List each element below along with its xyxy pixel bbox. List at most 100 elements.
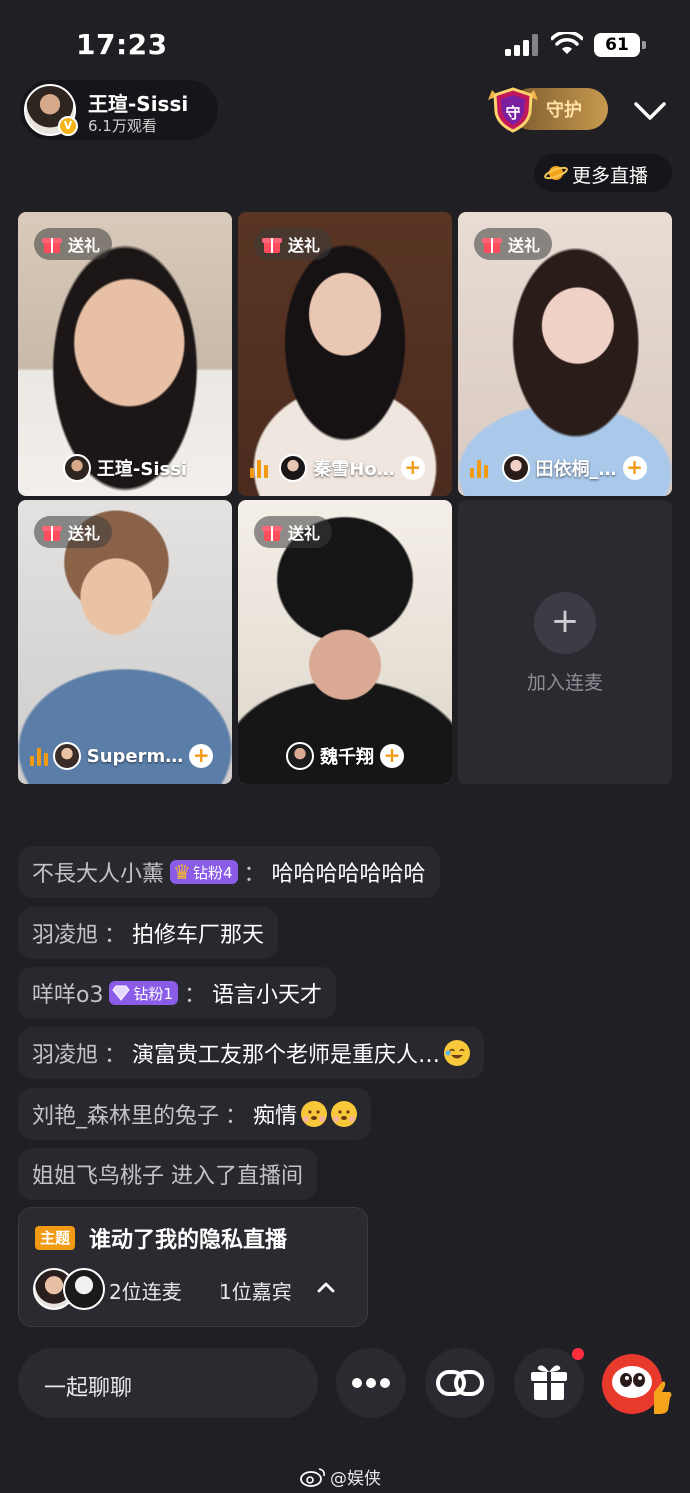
fan-badge-label: 钻粉1	[133, 984, 174, 1003]
gift-icon	[482, 235, 502, 253]
fan-badge: 钻粉1	[109, 981, 179, 1005]
video-tile-2[interactable]: 送礼 秦雪Ho… +	[238, 212, 452, 496]
host-name: 王瑄-Sissi	[88, 92, 189, 116]
follow-plus-icon[interactable]: +	[400, 456, 425, 480]
more-live-label: 更多直播	[572, 165, 649, 187]
chat-text: 演富贵工友那个老师是重庆人…	[132, 1043, 441, 1068]
guest-name-bar[interactable]: 秦雪Ho… +	[238, 450, 452, 486]
chat-separator: ：	[104, 1043, 127, 1068]
video-tile-5[interactable]: 送礼 魏千翔 +	[238, 500, 452, 784]
gift-button[interactable]: 送礼	[34, 228, 113, 260]
crown-icon: ♛	[173, 860, 191, 884]
chat-user[interactable]: 刘艳_森林里的兔子	[32, 1098, 219, 1130]
guest-name: 田依桐_…	[535, 459, 617, 480]
guest-name: 魏千翔	[320, 747, 374, 768]
guest-avatar	[286, 742, 314, 770]
chevron-down-icon[interactable]	[628, 92, 672, 128]
chat-input[interactable]: 一起聊聊	[18, 1348, 318, 1418]
more-icon	[352, 1378, 390, 1388]
weibo-watermark: @娱侠	[300, 1464, 381, 1489]
chat-input-placeholder: 一起聊聊	[44, 1376, 133, 1401]
join-mic-label: 加入连麦	[526, 672, 603, 694]
follow-plus-icon[interactable]: +	[189, 744, 214, 768]
chat-text: 语言小天才	[212, 983, 323, 1008]
guard-shield-glyph: 守	[505, 104, 520, 122]
chat-separator: ：	[243, 862, 266, 887]
laugh-emoji	[444, 1040, 471, 1066]
guard-shield-icon: 守	[488, 87, 538, 133]
join-mic-tile[interactable]: + 加入连麦	[458, 500, 672, 784]
guest-name-bar[interactable]: Superm… +	[18, 738, 232, 774]
fan-badge-label: 钻粉4	[192, 863, 233, 882]
chat-text: 痴情	[253, 1104, 298, 1129]
avatar	[63, 1268, 105, 1310]
follow-plus-icon[interactable]: +	[380, 744, 404, 768]
host-profile[interactable]: V 王瑄-Sissi 6.1万观看	[20, 80, 218, 140]
guest-name-bar[interactable]: 王瑄-Sissi	[18, 450, 232, 486]
guest-name: 秦雪Ho…	[313, 459, 395, 480]
guest-count: 1位嘉宾	[219, 1280, 292, 1304]
chat-message[interactable]: 不長大人小薰 ♛ 钻粉4 ： 哈哈哈哈哈哈哈	[18, 846, 440, 898]
topic-title: 谁动了我的隐私直播	[89, 1228, 288, 1253]
guest-name: 王瑄-Sissi	[96, 459, 188, 480]
chat-user[interactable]: 羽凌旭	[32, 1037, 98, 1069]
weibo-icon	[300, 1467, 325, 1487]
notification-dot	[572, 1348, 584, 1360]
status-bar: 17:23 61	[0, 0, 690, 80]
chat-message[interactable]: 咩咩o3 钻粉1 ： 语言小天才	[18, 967, 337, 1019]
chat-user[interactable]: 咩咩o3	[32, 977, 103, 1009]
battery-icon: 61	[594, 33, 646, 57]
planet-icon	[544, 166, 568, 180]
video-tile-4[interactable]: 送礼 Superm… +	[18, 500, 232, 784]
chat-message[interactable]: 羽凌旭 ： 演富贵工友那个老师是重庆人…	[18, 1027, 485, 1079]
gem-icon	[112, 985, 131, 1001]
guest-avatar	[279, 454, 308, 482]
guest-avatar	[52, 742, 81, 770]
chat-separator: ：	[104, 923, 127, 948]
system-notice: 姐姐飞鸟桃子 进入了直播间	[32, 1164, 303, 1189]
guest-name: Superm…	[86, 745, 184, 767]
gift-button[interactable]: 送礼	[474, 228, 553, 260]
verified-icon: V	[58, 116, 78, 136]
topic-card[interactable]: 主题 谁动了我的隐私直播 2位连麦 1位嘉宾	[18, 1207, 368, 1327]
gift-label: 送礼	[508, 236, 541, 255]
shy-emoji	[331, 1101, 358, 1127]
more-live-button[interactable]: 更多直播	[534, 154, 672, 192]
wifi-icon	[551, 32, 583, 54]
gift-button[interactable]: 送礼	[254, 516, 333, 548]
gift-button[interactable]: 送礼	[254, 228, 333, 260]
gift-label: 送礼	[288, 524, 321, 543]
fan-badge: ♛ 钻粉4	[170, 860, 238, 884]
follow-plus-icon[interactable]: +	[622, 456, 647, 480]
signal-icon	[505, 34, 541, 56]
gift-label: 送礼	[288, 236, 321, 255]
status-time: 17:23	[76, 28, 168, 61]
gift-icon	[262, 523, 282, 541]
video-tile-3[interactable]: 送礼 田依桐_… +	[458, 212, 672, 496]
plus-icon[interactable]: +	[534, 592, 596, 654]
more-button[interactable]	[336, 1348, 406, 1418]
video-tile-1[interactable]: 送礼 王瑄-Sissi	[18, 212, 232, 496]
mic-avatars[interactable]	[33, 1268, 107, 1310]
guest-avatar	[501, 454, 530, 482]
link-mic-button[interactable]	[425, 1348, 495, 1418]
gift-icon	[42, 523, 62, 541]
chevron-up-icon[interactable]	[315, 1278, 337, 1296]
gift-icon	[42, 235, 62, 253]
gift-button[interactable]: 送礼	[34, 516, 113, 548]
chat-user[interactable]: 不長大人小薰	[32, 856, 164, 888]
guest-name-bar[interactable]: 田依桐_… +	[458, 450, 672, 486]
chat-text: 哈哈哈哈哈哈哈	[271, 862, 426, 887]
guest-avatar	[62, 454, 91, 482]
guard-button[interactable]: 守 守护	[480, 86, 610, 133]
gift-label: 送礼	[68, 236, 101, 255]
chat-user[interactable]: 羽凌旭	[32, 917, 98, 949]
topic-tag: 主题	[35, 1226, 76, 1250]
guest-name-bar[interactable]: 魏千翔 +	[238, 738, 452, 774]
mascot-icon[interactable]	[602, 1352, 674, 1418]
host-view-count: 6.1万观看	[88, 117, 157, 135]
battery-level: 61	[594, 33, 640, 57]
chat-message[interactable]: 刘艳_森林里的兔子 ： 痴情	[18, 1088, 372, 1140]
chat-message[interactable]: 羽凌旭 ： 拍修车厂那天	[18, 907, 279, 959]
chat-separator: ：	[184, 983, 207, 1008]
